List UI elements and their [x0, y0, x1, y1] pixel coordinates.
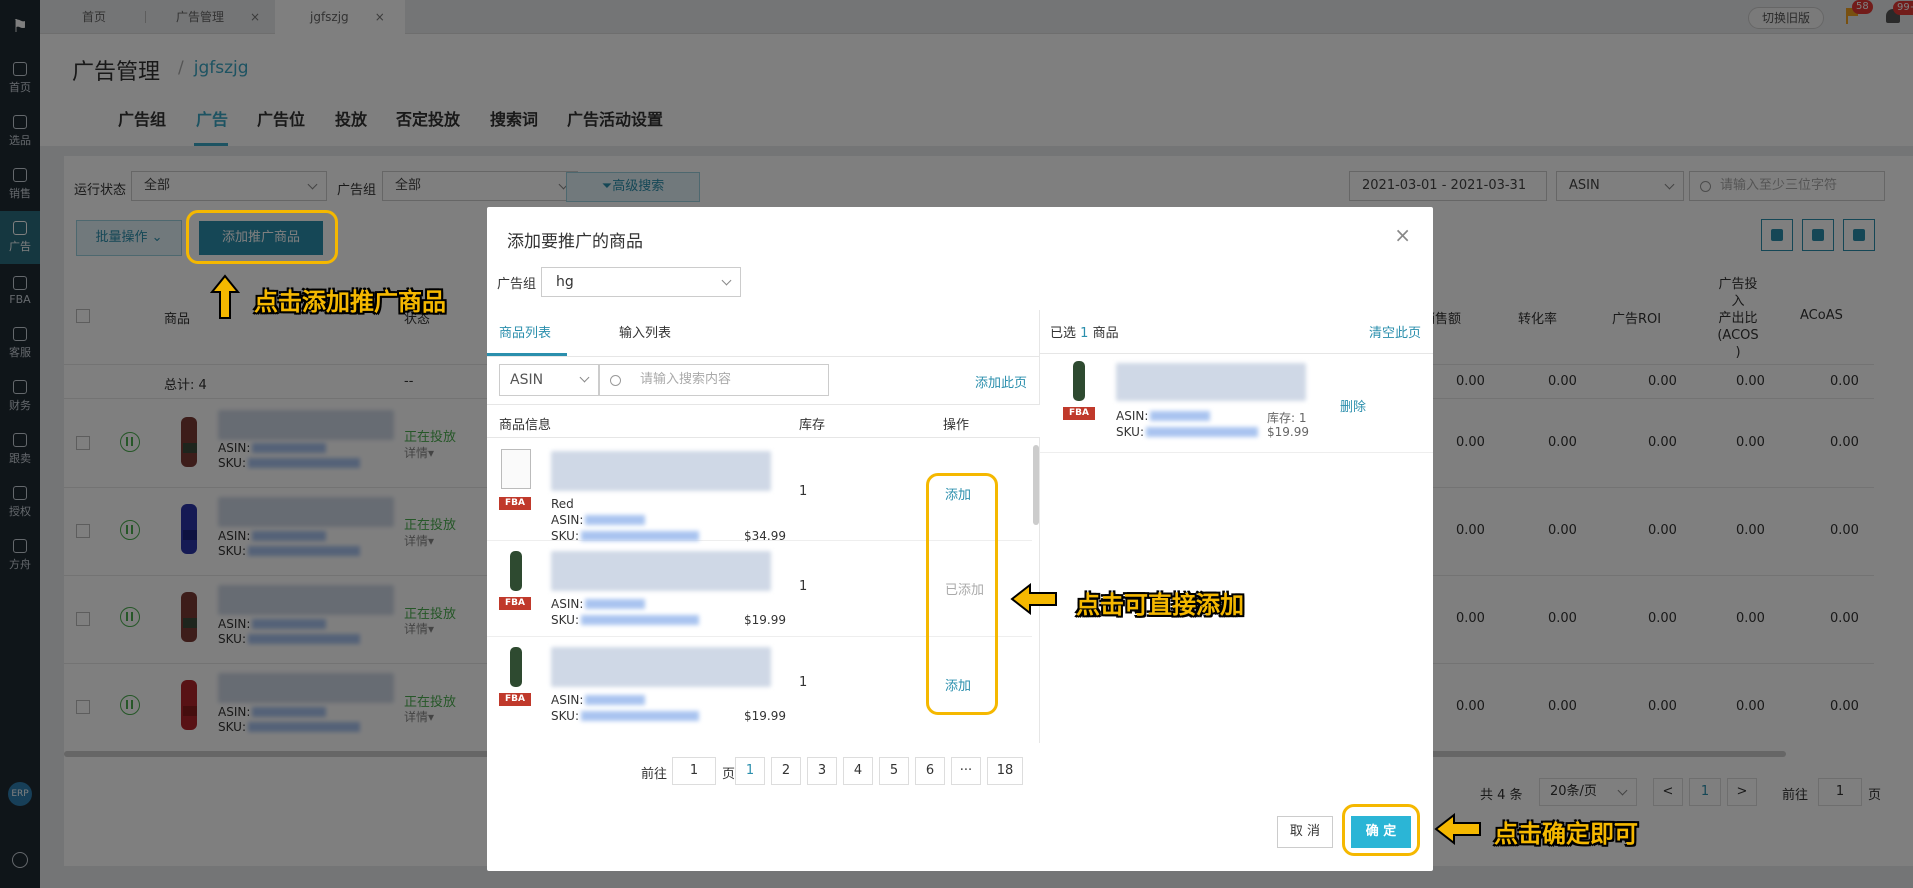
page-5-button[interactable]: 5 [879, 757, 909, 785]
goto-label: 前往 [641, 767, 668, 782]
dialog-group-select[interactable]: hg [541, 267, 741, 297]
highlight-confirm [1342, 804, 1420, 856]
fba-badge: FBA [499, 597, 531, 610]
col-action: 操作 [943, 418, 970, 433]
goto-page-input[interactable]: 1 [672, 757, 716, 785]
dialog-group-label: 广告组 [497, 277, 537, 292]
list-scrollbar[interactable] [1033, 445, 1039, 525]
page-18-button[interactable]: 18 [987, 757, 1023, 785]
tab-divider [487, 356, 1040, 357]
page-3-button[interactable]: 3 [807, 757, 837, 785]
delete-selected-link[interactable]: 删除 [1340, 396, 1366, 415]
item-asin-label: ASIN: [551, 513, 584, 527]
page-6-button[interactable]: 6 [915, 757, 945, 785]
item-sku-label: SKU: [551, 709, 579, 723]
tab-input-list[interactable]: 输入列表 [619, 322, 671, 341]
fba-badge: FBA [499, 497, 531, 510]
dialog-title: 添加要推广的商品 [507, 232, 643, 252]
item-sku-label: SKU: [551, 613, 579, 627]
goto-unit: 页 [722, 767, 736, 782]
selected-count: 已选 1 商品 [1050, 322, 1119, 341]
blurred-asin [585, 599, 645, 609]
tab-product-list[interactable]: 商品列表 [499, 322, 551, 341]
broken-image-icon [501, 449, 531, 489]
selected-asin-label: ASIN: [1116, 409, 1149, 423]
cancel-button[interactable]: 取 消 [1277, 816, 1333, 848]
item-stock: 1 [799, 484, 808, 499]
search-type-select[interactable]: ASIN [499, 364, 599, 396]
product-image [505, 645, 527, 689]
selected-item: FBA ASIN: SKU: 库存: 1 $19.99 [1040, 353, 1433, 453]
selected-stock: 库存: 1 [1267, 411, 1307, 425]
blurred-sku [1146, 427, 1258, 437]
selected-sku-label: SKU: [1116, 425, 1144, 439]
col-stock: 库存 [799, 418, 826, 433]
left-arrow-icon [1434, 813, 1481, 845]
item-asin-label: ASIN: [551, 693, 584, 707]
highlight-add-column [926, 473, 998, 715]
page-1-button[interactable]: 1 [735, 757, 765, 785]
fba-badge: FBA [1063, 407, 1095, 420]
blurred-title [551, 451, 771, 491]
selected-number: 1 [1080, 326, 1089, 341]
blurred-asin [1150, 411, 1210, 421]
annotation-click-direct: 点击可直接添加 [1076, 591, 1244, 619]
blurred-sku [581, 711, 699, 721]
fba-badge: FBA [499, 693, 531, 706]
chevron-down-icon [721, 275, 732, 286]
annotation-click-ok: 点击确定即可 [1494, 820, 1638, 848]
col-product-info: 商品信息 [499, 418, 552, 433]
item-stock: 1 [799, 675, 808, 690]
clear-page-link[interactable]: 清空此页 [1369, 322, 1421, 341]
tab-indicator [487, 353, 567, 356]
search-type-value: ASIN [510, 372, 544, 388]
selected-price: $19.99 [1267, 425, 1309, 439]
blurred-sku [581, 531, 699, 541]
blurred-sku [581, 615, 699, 625]
item-asin-label: ASIN: [551, 597, 584, 611]
blurred-title [551, 551, 771, 591]
more-pages-button[interactable]: ··· [951, 757, 981, 785]
blurred-asin [585, 695, 645, 705]
product-search-placeholder: 请输入搜索内容 [640, 372, 732, 387]
add-this-page-link[interactable]: 添加此页 [975, 372, 1027, 391]
left-arrow-icon [1010, 583, 1057, 615]
annotation-click-add: 点击添加推广商品 [254, 288, 446, 316]
selected-panel: 已选 1 商品 清空此页 FBA ASIN: SKU: 库存: 1 $19.99… [1040, 310, 1433, 743]
search-icon [610, 375, 621, 386]
close-icon[interactable]: × [1394, 223, 1411, 247]
item-stock: 1 [799, 579, 808, 594]
selected-suffix: 商品 [1092, 326, 1119, 341]
up-arrow-icon [210, 274, 240, 319]
dialog-group-value: hg [556, 274, 574, 290]
product-search-input[interactable]: 请输入搜索内容 [599, 364, 829, 396]
blurred-asin [585, 515, 645, 525]
page-4-button[interactable]: 4 [843, 757, 873, 785]
item-price: $19.99 [744, 613, 786, 627]
product-image [1068, 359, 1090, 403]
highlight-add-product [186, 210, 338, 264]
blurred-title [1116, 363, 1306, 401]
item-color: Red [551, 497, 574, 511]
chevron-down-icon [579, 372, 590, 383]
product-table-header: 商品信息 库存 操作 [487, 404, 1040, 438]
item-price: $19.99 [744, 709, 786, 723]
blurred-title [551, 647, 771, 687]
page-2-button[interactable]: 2 [771, 757, 801, 785]
selected-prefix: 已选 [1050, 326, 1077, 341]
product-image [505, 549, 527, 593]
